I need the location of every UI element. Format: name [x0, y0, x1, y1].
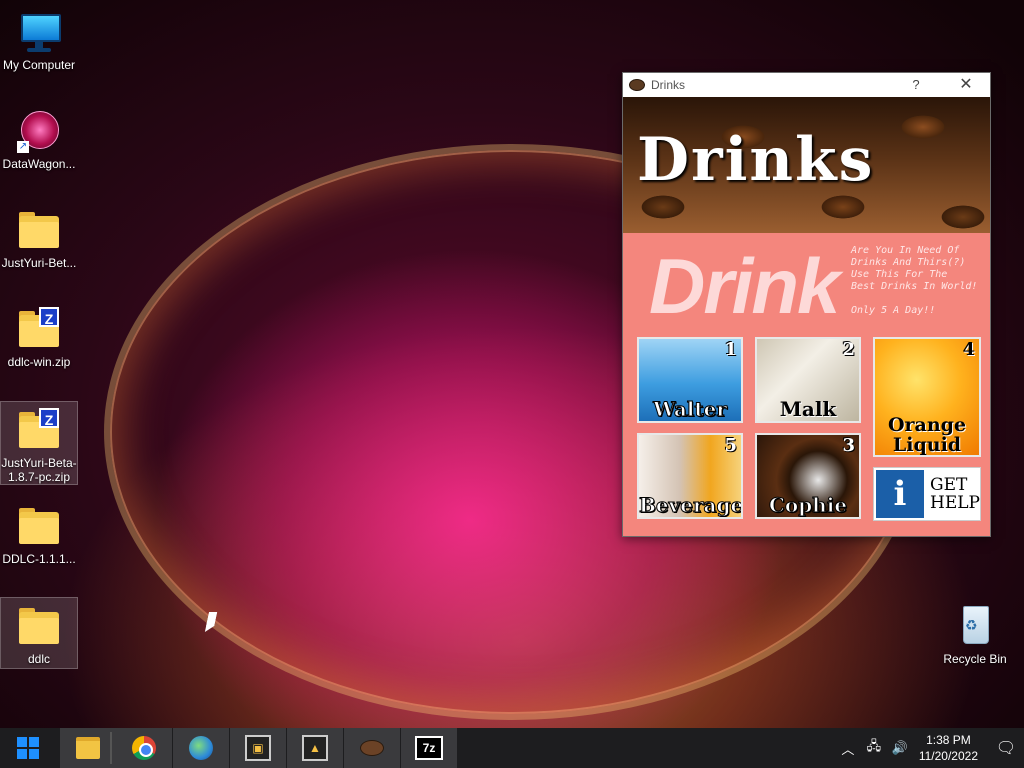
- info-icon: i: [876, 470, 924, 518]
- monitor-icon: [17, 10, 61, 54]
- clock-time: 1:38 PM: [926, 733, 971, 747]
- app-window-icon: ▣: [245, 735, 271, 761]
- zip-folder-icon: Z: [17, 408, 61, 452]
- installer-icon: ▲: [302, 735, 328, 761]
- zip-folder-icon: Z: [17, 307, 61, 351]
- volume-icon[interactable]: 🔊: [889, 740, 911, 756]
- desktop-icon-label: Recycle Bin: [943, 652, 1007, 666]
- tile-number: 1: [724, 339, 737, 360]
- desktop-icon-recycle-bin[interactable]: ♻ Recycle Bin: [937, 598, 1013, 666]
- windows-logo-icon: [17, 737, 39, 759]
- tile-number: 2: [842, 339, 855, 360]
- close-button[interactable]: ✕: [956, 75, 976, 95]
- promo-line: Best Drinks In World!: [851, 281, 978, 292]
- promo-line: Are You In Need Of: [851, 245, 960, 256]
- window-titlebar[interactable]: Drinks ? ✕: [623, 73, 990, 97]
- menu-panel: Drink Are You In Need Of Drinks And Thir…: [623, 233, 990, 536]
- tile-number: 4: [962, 339, 975, 360]
- desktop-icon-label: ddlc-win.zip: [7, 355, 71, 369]
- datawagon-icon: ↗: [17, 109, 61, 153]
- promo-text: Are You In Need Of Drinks And Thirs(?) U…: [851, 245, 983, 317]
- drink-tile-walter[interactable]: 1 Walter: [637, 337, 743, 423]
- desktop-icon-label: JustYuri-Beta-1.8.7-pc.zip: [1, 456, 77, 484]
- coffee-bean-icon: [360, 740, 384, 756]
- banner-title: Drinks: [637, 125, 875, 195]
- window-title: Drinks: [651, 78, 686, 92]
- clock-date: 11/20/2022: [918, 749, 978, 763]
- shortcut-arrow-icon: ↗: [17, 141, 29, 153]
- help-button[interactable]: ?: [906, 75, 926, 95]
- folder-icon: [17, 504, 61, 548]
- taskbar-7zip[interactable]: 7z: [401, 728, 457, 768]
- tile-number: 3: [842, 435, 855, 456]
- desktop-icon-justyuri-zip[interactable]: Z JustYuri-Beta-1.8.7-pc.zip: [0, 401, 78, 485]
- taskbar-separator: [110, 732, 112, 764]
- coffee-banner: Drinks: [623, 97, 990, 233]
- taskbar-app-2[interactable]: ▲: [287, 728, 343, 768]
- drinks-window: Drinks ? ✕ Drinks Drink Are You In Need …: [622, 72, 991, 537]
- desktop-icon-label: JustYuri-Bet...: [1, 256, 77, 270]
- folder-icon: [17, 208, 61, 252]
- 7zip-icon: 7z: [415, 736, 443, 760]
- tile-label: Cophie: [768, 493, 848, 518]
- drink-tile-cophie[interactable]: 3 Cophie: [755, 433, 861, 519]
- taskbar: ▣ ▲ 7z ︿ 🖧 🔊 1:38 PM 11/20/2022 🗨: [0, 728, 1024, 768]
- recycle-bin-icon: ♻: [953, 604, 997, 648]
- drink-tile-orange-liquid[interactable]: 4 Orange Liquid: [873, 337, 981, 457]
- file-explorer-icon: [76, 737, 100, 759]
- get-help-label: GET HELP: [930, 476, 980, 512]
- coffee-bean-icon: [629, 79, 645, 91]
- taskbar-drinks[interactable]: [344, 728, 400, 768]
- drink-tile-beverage[interactable]: 5 Beverage: [637, 433, 743, 519]
- tile-label: Malk: [779, 397, 837, 421]
- get-help-line: GET: [930, 475, 968, 495]
- get-help-line: HELP: [930, 493, 980, 513]
- folder-icon: [17, 604, 61, 648]
- tile-label: Orange Liquid: [887, 414, 967, 456]
- desktop-icon-datawagon[interactable]: ↗ DataWagon...: [1, 103, 77, 171]
- chevron-up-icon[interactable]: ︿: [837, 739, 859, 758]
- start-button[interactable]: [0, 728, 56, 768]
- desktop-icon-label: DataWagon...: [2, 157, 76, 171]
- desktop-icon-ddlc[interactable]: ddlc: [0, 597, 78, 669]
- promo-line: Drinks And Thirs(?): [851, 257, 966, 268]
- drink-tile-malk[interactable]: 2 Malk: [755, 337, 861, 423]
- chrome-icon: [132, 736, 156, 760]
- paint-globe-icon: [189, 736, 213, 760]
- desktop-icon-my-computer[interactable]: My Computer: [1, 4, 77, 72]
- promo-spacer: [851, 293, 983, 305]
- desktop-icon-ddlc-folder[interactable]: DDLC-1.1.1...: [1, 498, 77, 566]
- desktop-icon-label: My Computer: [2, 58, 76, 72]
- desktop-icon-label: ddlc: [27, 652, 50, 666]
- clock[interactable]: 1:38 PM 11/20/2022: [919, 732, 978, 764]
- desktop-icon-justyuri-folder[interactable]: JustYuri-Bet...: [1, 202, 77, 270]
- promo-line: Use This For The: [851, 269, 948, 280]
- get-help-tile[interactable]: i GET HELP: [873, 467, 981, 521]
- tile-label: Beverage: [639, 493, 743, 518]
- promo-line: Only 5 A Day!!: [851, 305, 936, 316]
- system-tray: ︿ 🖧 🔊 1:38 PM 11/20/2022 🗨: [835, 728, 1024, 768]
- tile-number: 5: [724, 435, 737, 456]
- taskbar-app-1[interactable]: ▣: [230, 728, 286, 768]
- notification-icon[interactable]: 🗨: [988, 738, 1024, 758]
- network-icon[interactable]: 🖧: [863, 737, 885, 759]
- tile-label: Walter: [653, 397, 728, 422]
- desktop-icon-ddlc-win-zip[interactable]: Z ddlc-win.zip: [1, 301, 77, 369]
- taskbar-paint[interactable]: [173, 728, 229, 768]
- desktop-icon-label: DDLC-1.1.1...: [2, 552, 76, 566]
- big-drink-text: Drink: [649, 242, 840, 330]
- taskbar-chrome[interactable]: [116, 728, 172, 768]
- taskbar-file-explorer[interactable]: [60, 728, 116, 768]
